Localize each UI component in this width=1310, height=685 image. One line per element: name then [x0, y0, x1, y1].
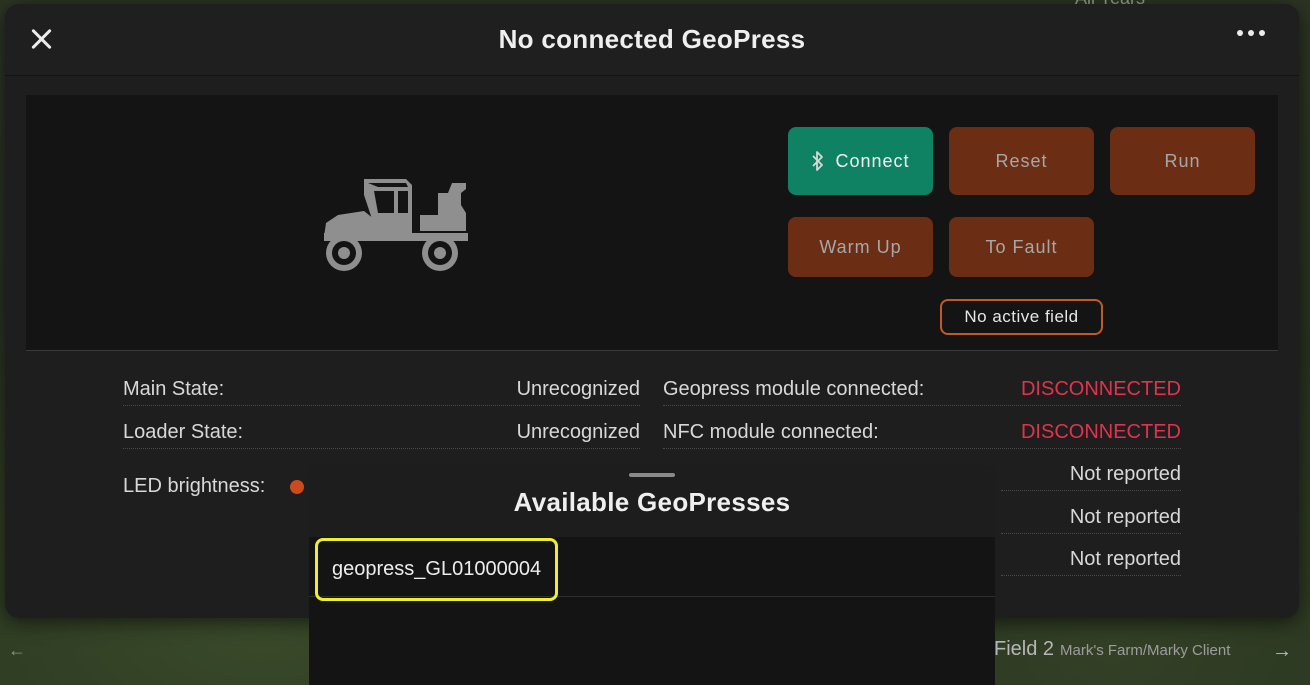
modal-title: No connected GeoPress — [498, 24, 806, 54]
divider — [1001, 575, 1181, 576]
nfc-module-status: DISCONNECTED — [1020, 421, 1181, 443]
connect-button[interactable]: Connect — [788, 127, 933, 195]
connect-button-label: Connect — [835, 150, 910, 171]
modal-header: No connected GeoPress — [5, 4, 1299, 76]
field-name: Field 2 — [994, 638, 1055, 660]
available-geopresses-sheet: Available GeoPresses geopress_GL01000004 — [309, 465, 995, 685]
extra-status-value: Not reported — [1069, 506, 1181, 528]
arrow-left-icon[interactable]: ← — [8, 640, 26, 661]
divider — [1001, 490, 1181, 491]
geopress-module-status: DISCONNECTED — [1020, 378, 1181, 400]
extra-status-value: Not reported — [1069, 463, 1181, 485]
arrow-right-icon[interactable]: → — [1272, 640, 1292, 663]
divider — [1001, 533, 1181, 534]
reset-button-label: Reset — [995, 150, 1048, 171]
sheet-header: Available GeoPresses — [309, 465, 995, 537]
extra-status-value: Not reported — [1069, 548, 1181, 570]
active-field-chip[interactable]: No active field — [940, 299, 1103, 335]
geopress-list-item[interactable]: geopress_GL01000004 — [309, 537, 995, 601]
warm-up-button[interactable]: Warm Up — [788, 217, 933, 277]
main-state-label: Main State: — [123, 378, 225, 400]
loader-state-value: Unrecognized — [516, 421, 640, 443]
utv-vehicle-icon — [324, 179, 468, 271]
divider — [123, 448, 640, 449]
loader-state-label: Loader State: — [123, 421, 244, 443]
nfc-module-label: NFC module connected: — [663, 421, 879, 443]
geopress-module-label: Geopress module connected: — [663, 378, 925, 400]
device-panel: Connect Reset Run Warm Up To Fault No ac… — [26, 95, 1278, 351]
main-state-value: Unrecognized — [516, 378, 640, 400]
run-button-label: Run — [1164, 150, 1201, 171]
geopress-device-name[interactable]: geopress_GL01000004 — [315, 538, 559, 601]
to-fault-button-label: To Fault — [985, 236, 1058, 257]
to-fault-button[interactable]: To Fault — [949, 217, 1094, 277]
bluetooth-icon — [812, 151, 824, 171]
divider — [663, 448, 1181, 449]
warm-up-button-label: Warm Up — [819, 236, 902, 257]
run-button[interactable]: Run — [1110, 127, 1255, 195]
sheet-title: Available GeoPresses — [513, 487, 791, 517]
field-footer[interactable]: Field 2 Mark's Farm/Marky Client — [994, 638, 1230, 666]
divider — [663, 405, 1181, 406]
farm-client-name: Mark's Farm/Marky Client — [1060, 642, 1231, 659]
more-options-icon[interactable] — [1237, 30, 1265, 36]
reset-button[interactable]: Reset — [949, 127, 1094, 195]
led-brightness-slider-thumb[interactable] — [290, 480, 304, 494]
led-brightness-label: LED brightness: — [123, 475, 266, 497]
sheet-grabber[interactable] — [629, 473, 675, 477]
divider — [123, 405, 640, 406]
